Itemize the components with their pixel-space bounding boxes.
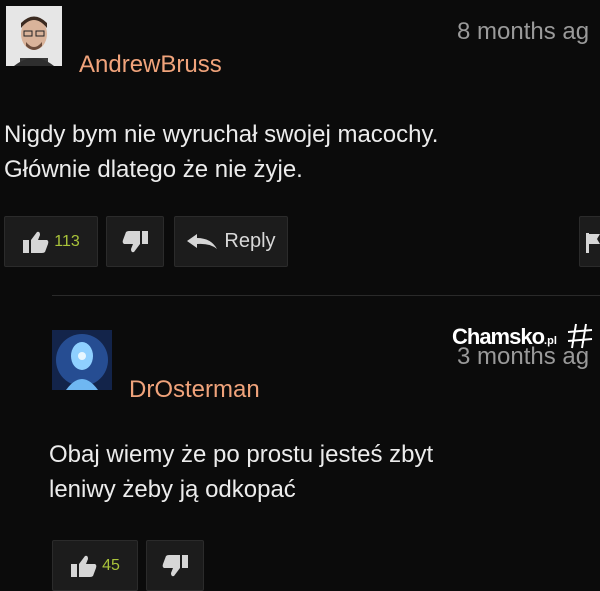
reply-divider <box>52 295 600 296</box>
reply-label: Reply <box>224 230 276 252</box>
comment-timestamp: 8 months ag <box>457 18 590 45</box>
avatar-andrewbruss[interactable] <box>6 6 62 66</box>
dislike-button[interactable] <box>146 540 204 591</box>
hash-logo-icon <box>567 323 593 349</box>
avatar-drosterman[interactable] <box>52 330 112 390</box>
reply-button[interactable]: Reply <box>174 216 288 267</box>
flag-button[interactable] <box>579 216 600 267</box>
thumbs-up-icon <box>23 231 49 253</box>
like-button[interactable]: 113 <box>4 216 98 267</box>
flag-icon <box>586 232 600 253</box>
like-count: 113 <box>54 232 80 250</box>
thumbs-up-icon <box>71 555 97 577</box>
comment-username[interactable]: AndrewBruss <box>79 51 222 79</box>
comment-username[interactable]: DrOsterman <box>129 376 260 404</box>
thumbs-down-icon <box>122 230 148 252</box>
like-button[interactable]: 45 <box>52 540 138 591</box>
user-photo-icon <box>6 6 62 66</box>
watermark-suffix: .pl <box>544 335 557 347</box>
user-photo-icon <box>52 330 112 390</box>
reply-arrow-icon <box>187 233 218 249</box>
thumbs-down-icon <box>162 554 188 576</box>
comment-text-line: Obaj wiemy że po prostu jesteś zbyt <box>49 441 434 468</box>
comment-text-line: Nigdy bym nie wyruchał swojej macochy. <box>4 121 439 148</box>
comment-text-line: Głównie dlatego że nie żyje. <box>4 156 303 183</box>
watermark: Chamsko.pl <box>452 322 594 350</box>
dislike-button[interactable] <box>106 216 164 267</box>
watermark-brand: Chamsko <box>452 324 545 349</box>
like-count: 45 <box>102 556 120 574</box>
comment-text-line: leniwy żeby ją odkopać <box>49 476 296 503</box>
